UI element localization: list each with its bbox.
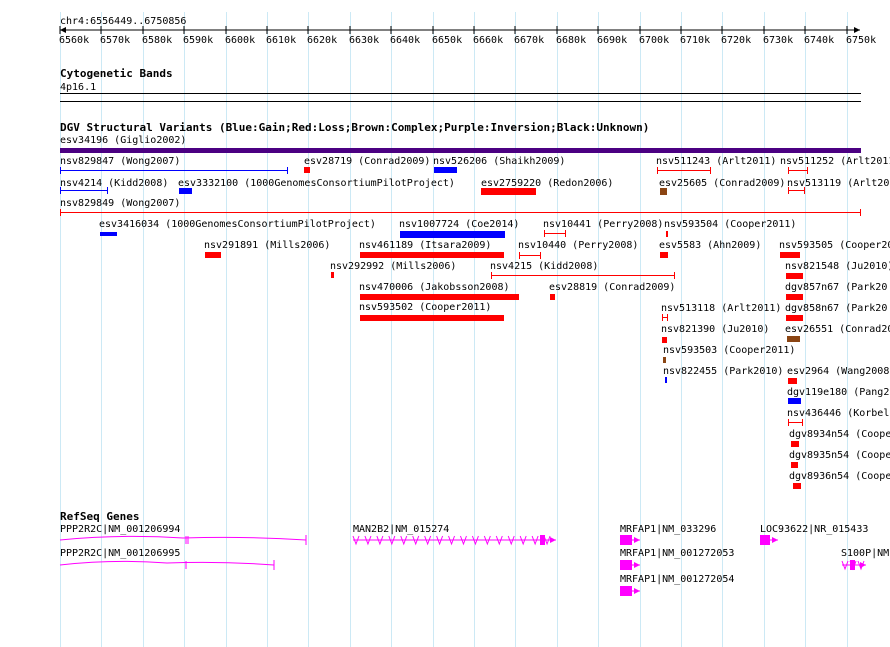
strand-arrow-icon xyxy=(634,588,640,594)
strand-arrow-icon xyxy=(550,537,556,543)
gene-glyph[interactable] xyxy=(841,560,866,571)
strand-arrow-icon xyxy=(634,562,640,568)
gene-glyph[interactable] xyxy=(760,535,778,545)
gene-glyph[interactable] xyxy=(620,535,640,545)
gene-glyph[interactable] xyxy=(352,535,556,546)
gene-glyph[interactable] xyxy=(620,586,640,596)
strand-arrow-icon xyxy=(772,537,778,543)
gene-glyph[interactable] xyxy=(620,560,640,570)
gene-glyph[interactable] xyxy=(59,560,275,570)
strand-arrow-icon xyxy=(634,537,640,543)
refseq-gene-glyphs xyxy=(59,535,866,596)
gene-glyph[interactable] xyxy=(59,535,307,545)
